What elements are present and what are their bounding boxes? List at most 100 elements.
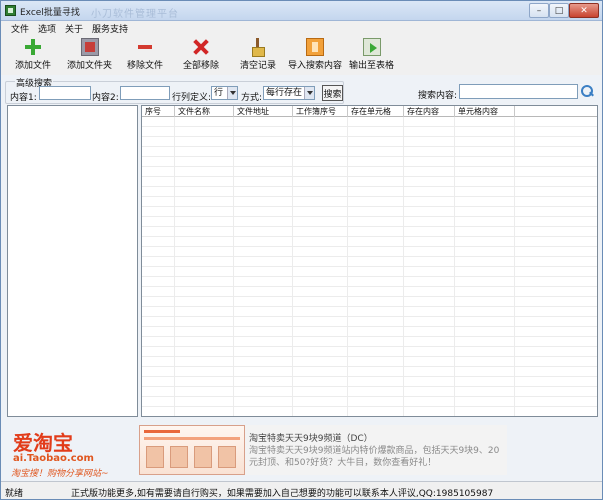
content2-label: 内容2:	[92, 93, 119, 103]
column-header-file-name[interactable]: 文件名称	[175, 106, 234, 117]
grid-empty-row	[142, 317, 597, 327]
ad-thumbnail-image[interactable]	[139, 425, 245, 475]
menu-file[interactable]: 文件	[11, 22, 29, 35]
grid-empty-row	[142, 287, 597, 297]
grid-header: 序号 文件名称 文件地址 工作簿序号 存在单元格 存在内容 单元格内容	[142, 106, 597, 117]
grid-column-line	[233, 117, 234, 416]
grid-empty-row	[142, 257, 597, 267]
grid-empty-row	[142, 307, 597, 317]
toolbar: 添加文件 添加文件夹 移除文件 全部移除 清空记录 导入搜索内容 输出至表格	[1, 35, 602, 75]
add-folder-button[interactable]: 添加文件夹	[67, 38, 112, 74]
import-search-label: 导入搜索内容	[288, 61, 343, 71]
import-search-button[interactable]: 导入搜索内容	[288, 38, 342, 74]
rowcol-label: 行列定义:	[172, 93, 212, 103]
search-icon[interactable]	[580, 84, 594, 98]
app-window: Excel批量寻找 小刀软件管理平台 – □ ✕ 文件 选项 关于 服务支持 添…	[0, 0, 603, 500]
add-folder-label: 添加文件夹	[67, 61, 113, 71]
rowcol-select[interactable]: 行	[211, 86, 238, 100]
minimize-button[interactable]: –	[529, 3, 549, 18]
column-header-cell-content[interactable]: 单元格内容	[455, 106, 515, 117]
grid-empty-row	[142, 387, 597, 397]
menu-options[interactable]: 选项	[38, 22, 56, 35]
mode-select[interactable]: 每行存在	[263, 86, 315, 100]
status-bar: 就绪 正式版功能更多,如有需要请自行购买，如果需要加入自己想要的功能可以联系本人…	[1, 481, 602, 499]
status-message: 正式版功能更多,如有需要请自行购买，如果需要加入自己想要的功能可以联系本人评议,…	[71, 489, 494, 499]
column-header-sheet-index[interactable]: 工作簿序号	[293, 106, 348, 117]
grid-empty-row	[142, 327, 597, 337]
grid-empty-row	[142, 187, 597, 197]
results-grid[interactable]: 序号 文件名称 文件地址 工作簿序号 存在单元格 存在内容 单元格内容	[141, 105, 598, 417]
grid-empty-row	[142, 347, 597, 357]
chevron-down-icon	[227, 87, 237, 99]
chevron-down-icon	[304, 87, 314, 99]
clear-records-label: 清空记录	[240, 61, 277, 71]
ad-description: 淘宝特卖天天9块9频道站内特价爆款商品，包括天天9块9、20元封顶、和50?好货…	[249, 446, 500, 468]
grid-empty-row	[142, 167, 597, 177]
grid-empty-row	[142, 197, 597, 207]
grid-empty-row	[142, 397, 597, 407]
grid-empty-row	[142, 357, 597, 367]
clear-records-button[interactable]: 清空记录	[240, 38, 276, 74]
ad-site: ai.Taobao.com	[13, 453, 94, 464]
grid-empty-row	[142, 377, 597, 387]
column-header-file-path[interactable]: 文件地址	[234, 106, 293, 117]
add-file-icon	[24, 38, 42, 56]
grid-empty-row	[142, 137, 597, 147]
grid-empty-row	[142, 217, 597, 227]
grid-column-line	[174, 117, 175, 416]
grid-column-line	[292, 117, 293, 416]
ad-brand: 爱淘宝	[13, 431, 73, 455]
grid-empty-row	[142, 227, 597, 237]
advanced-search-button[interactable]: 搜索	[322, 85, 343, 101]
grid-empty-row	[142, 247, 597, 257]
menu-about[interactable]: 关于	[65, 22, 83, 35]
grid-column-line	[347, 117, 348, 416]
remove-file-label: 移除文件	[127, 61, 164, 71]
import-search-icon	[306, 38, 324, 56]
search-content-input[interactable]	[459, 84, 578, 99]
remove-all-button[interactable]: 全部移除	[183, 38, 219, 74]
grid-empty-row	[142, 237, 597, 247]
add-file-button[interactable]: 添加文件	[15, 38, 51, 74]
grid-empty-row	[142, 337, 597, 347]
advanced-search-group: 高级搜索 内容1: 内容2: 行列定义: 行 方式: 每行存在 搜索	[5, 76, 344, 104]
export-table-button[interactable]: 输出至表格	[349, 38, 394, 74]
grid-empty-row	[142, 297, 597, 307]
mode-value: 每行存在	[266, 88, 303, 98]
maximize-button[interactable]: □	[549, 3, 569, 18]
grid-column-line	[454, 117, 455, 416]
content2-input[interactable]	[120, 86, 170, 100]
grid-empty-row	[142, 407, 597, 416]
column-header-index[interactable]: 序号	[142, 106, 175, 117]
ad-headline: 淘宝特卖天天9块9频道（DC）	[249, 434, 373, 444]
grid-empty-row	[142, 157, 597, 167]
excel-app-icon	[5, 5, 16, 16]
grid-empty-row	[142, 367, 597, 377]
ad-slogan: 淘宝搜！购物分享网站~	[11, 469, 109, 479]
remove-all-label: 全部移除	[183, 61, 220, 71]
title-watermark: 小刀软件管理平台	[91, 9, 179, 20]
grid-empty-row	[142, 117, 597, 127]
status-ready: 就绪	[5, 489, 24, 499]
window-title: Excel批量寻找	[20, 8, 80, 18]
grid-column-line	[514, 117, 515, 416]
search-content-label: 搜索内容:	[418, 91, 458, 101]
export-table-label: 输出至表格	[349, 61, 395, 71]
close-button[interactable]: ✕	[569, 3, 599, 18]
grid-empty-row	[142, 147, 597, 157]
export-table-icon	[362, 38, 381, 56]
remove-file-button[interactable]: 移除文件	[127, 38, 163, 74]
column-header-cell[interactable]: 存在单元格	[348, 106, 404, 117]
title-bar: Excel批量寻找 小刀软件管理平台 – □ ✕	[1, 1, 602, 21]
content1-input[interactable]	[39, 86, 91, 100]
file-list-panel[interactable]	[7, 105, 138, 417]
add-file-label: 添加文件	[15, 61, 52, 71]
taobao-ad-banner[interactable]: 爱淘宝 ai.Taobao.com 淘宝搜！购物分享网站~	[7, 421, 132, 479]
remove-all-icon	[192, 38, 210, 56]
grid-empty-row	[142, 267, 597, 277]
grid-column-line	[403, 117, 404, 416]
column-header-content[interactable]: 存在内容	[404, 106, 455, 117]
ad-text-box[interactable]: 淘宝特卖天天9块9频道（DC） 淘宝特卖天天9块9频道站内特价爆款商品，包括天天…	[245, 425, 507, 475]
menu-service-support[interactable]: 服务支持	[92, 22, 128, 35]
rowcol-value: 行	[214, 88, 224, 98]
